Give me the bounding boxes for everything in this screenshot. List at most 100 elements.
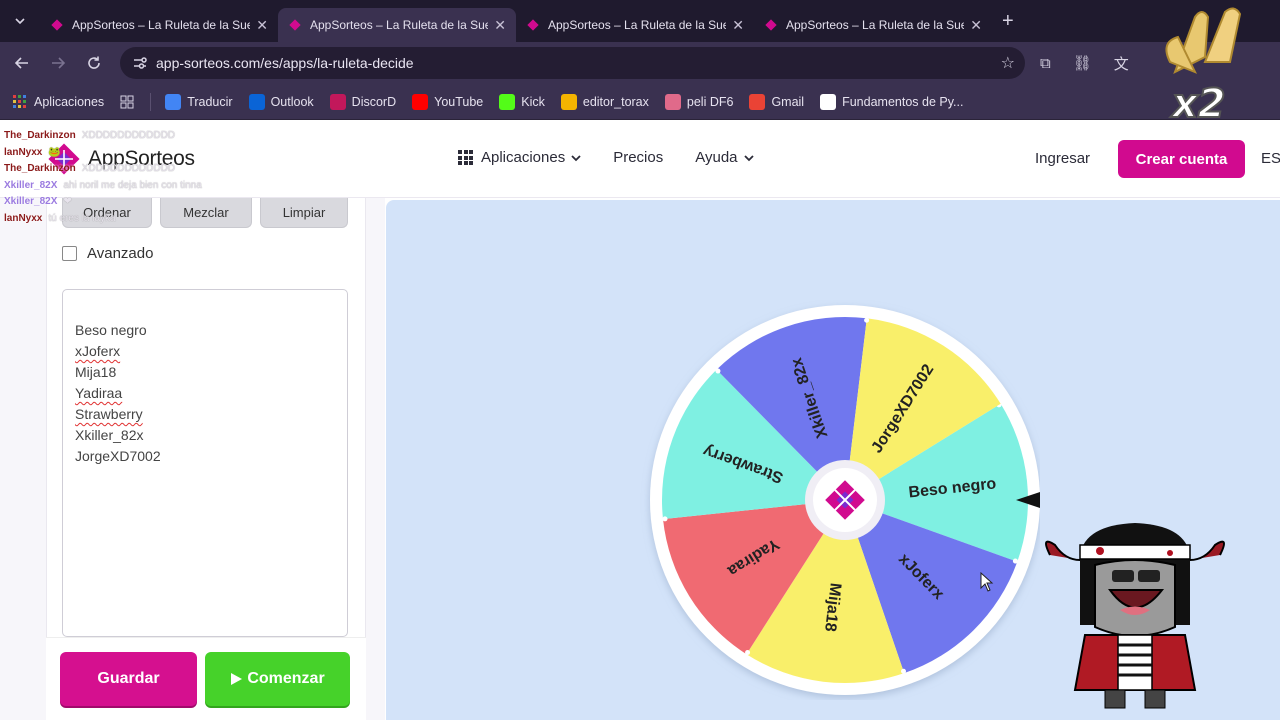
entry-line: Beso negro — [75, 322, 147, 338]
language-selector[interactable]: ES — [1261, 150, 1280, 167]
arrow-left-icon — [14, 57, 28, 69]
toolbar-actions: ⧉ ⛓ 文 — [1040, 42, 1129, 84]
stream-chat-overlay: The_Darkinzon XDDDDDDDDDDDD lanNyxx 🐸 The_Da… — [4, 128, 244, 227]
editor-icon — [560, 93, 577, 110]
kick-icon — [499, 93, 516, 110]
appsorteos-favicon-icon — [289, 19, 301, 31]
chat-text: XDDDDDDDDDDDD — [81, 130, 176, 141]
signup-button[interactable]: Crear cuenta — [1118, 140, 1245, 178]
chat-message: The_Darkinzon XDDDDDDDDDDDD — [4, 161, 244, 178]
bookmark-label: YouTube — [434, 94, 484, 109]
start-button[interactable]: Comenzar — [205, 652, 350, 706]
nav-aplicaciones-label: Aplicaciones — [481, 149, 566, 166]
mouse-cursor-icon — [980, 572, 994, 592]
close-tab-icon[interactable]: ✕ — [970, 17, 982, 34]
back-button[interactable] — [4, 45, 40, 81]
site-info-icon[interactable] — [132, 55, 148, 71]
main-nav: Aplicaciones Precios Ayuda — [458, 149, 786, 166]
bookmark-item[interactable]: Outlook — [248, 93, 314, 110]
new-tab-button[interactable]: + — [1002, 10, 1014, 33]
chat-username: lanNyxx — [4, 212, 43, 224]
nav-ayuda-label: Ayuda — [695, 149, 738, 166]
roulette-wheel[interactable]: Beso negroxJoferxMija18YadiraaStrawberry… — [640, 300, 1040, 700]
wheel-peg — [864, 317, 870, 323]
bookmark-star-icon[interactable]: ☆ — [1001, 53, 1015, 73]
close-tab-icon[interactable]: ✕ — [494, 17, 506, 34]
bookmark-item[interactable]: Fundamentos de Py... — [820, 93, 964, 110]
browser-tabstrip: AppSorteos – La Ruleta de la Suerte ✕ AppS… — [0, 0, 1280, 42]
nav-precios-label: Precios — [613, 149, 664, 166]
chat-text: 🐸 — [48, 146, 61, 158]
advanced-checkbox[interactable] — [62, 246, 77, 261]
bookmark-label: peli DF6 — [686, 94, 734, 109]
browser-tab[interactable]: AppSorteos – La Ruleta de la Suerte ✕ — [754, 8, 992, 42]
doc-icon — [820, 93, 837, 110]
bookmark-item[interactable]: Traducir — [165, 93, 233, 110]
entry-line: xJoferx — [75, 343, 121, 359]
bookmark-item[interactable]: editor_torax — [560, 93, 649, 110]
bookmark-item[interactable]: Kick — [499, 93, 545, 110]
wheel-peg — [745, 650, 751, 656]
bookmark-label: Aplicaciones — [34, 94, 105, 109]
advanced-label: Avanzado — [87, 245, 154, 262]
browser-toolbar: app-sorteos.com/es/apps/la-ruleta-decide… — [0, 42, 1280, 84]
reload-icon — [88, 56, 100, 69]
close-tab-icon[interactable]: ✕ — [256, 17, 268, 34]
start-label: Comenzar — [247, 670, 325, 687]
forward-button[interactable] — [40, 45, 76, 81]
close-tab-icon[interactable]: ✕ — [732, 17, 744, 34]
extensions-icon[interactable]: ⧉ — [1040, 55, 1051, 72]
reload-button[interactable] — [76, 45, 112, 81]
browser-tab[interactable]: AppSorteos – La Ruleta de la Suerte ✕ — [278, 8, 516, 42]
chat-message: lanNyxx tú eres la layka — [4, 211, 244, 228]
browser-tab[interactable]: AppSorteos – La Ruleta de la Suerte ✕ — [40, 8, 278, 42]
bookmark-label: Gmail — [771, 94, 805, 109]
bookmark-label: Traducir — [187, 94, 233, 109]
chevron-down-icon — [15, 18, 25, 25]
entry-line: JorgeXD7002 — [75, 448, 161, 464]
entries-textarea[interactable]: Beso negro xJoferx Mija18 Yadiraa Strawberry… — [62, 289, 348, 637]
bookmark-label: Fundamentos de Py... — [842, 94, 964, 109]
clapping-hands-emote-icon: x2 — [1165, 7, 1242, 122]
translate-page-icon[interactable]: 文 — [1114, 53, 1129, 74]
chevron-down-icon — [571, 154, 581, 161]
browser-tab[interactable]: AppSorteos – La Ruleta de la Suerte ✕ — [516, 8, 754, 42]
chat-text: tú eres la layka — [48, 212, 116, 224]
nav-precios[interactable]: Precios — [613, 149, 663, 166]
appsorteos-favicon-icon — [527, 19, 539, 31]
save-label: Guardar — [97, 670, 160, 687]
bookmark-tabs-icon[interactable] — [120, 95, 134, 109]
chat-username: Xkiller_82X — [4, 196, 58, 207]
advanced-option[interactable]: Avanzado — [62, 245, 153, 262]
bookmark-item[interactable]: DiscorD — [329, 93, 397, 110]
nav-aplicaciones[interactable]: Aplicaciones — [458, 149, 581, 166]
bookmark-item[interactable]: Gmail — [749, 93, 805, 110]
wheel-peg — [662, 516, 668, 522]
chat-text: ahi noril me deja bien con tinna — [63, 179, 202, 191]
entry-line: Yadiraa — [75, 385, 123, 401]
tab-search-button[interactable] — [0, 0, 40, 42]
entry-line: Mija18 — [75, 364, 117, 380]
bookmark-item[interactable]: Aplicaciones — [12, 94, 104, 110]
address-bar[interactable]: app-sorteos.com/es/apps/la-ruleta-decide… — [120, 47, 1025, 79]
peli-icon — [664, 93, 681, 110]
chevron-down-icon — [743, 154, 754, 161]
wheel-peg — [1012, 558, 1018, 564]
limpiar-button[interactable]: Limpiar — [260, 198, 348, 228]
save-button[interactable]: Guardar — [60, 652, 197, 706]
gmail-icon — [749, 93, 766, 110]
url-text: app-sorteos.com/es/apps/la-ruleta-decide — [156, 55, 414, 71]
chat-message: Xkiller_82X ❤ — [4, 194, 244, 211]
link-icon[interactable]: ⛓ — [1073, 54, 1092, 72]
bookmark-label: DiscorD — [351, 94, 397, 109]
outlook-icon — [248, 93, 265, 110]
appsorteos-favicon-icon — [765, 19, 777, 31]
tab-title: AppSorteos – La Ruleta de la Suerte — [786, 18, 965, 32]
login-link[interactable]: Ingresar — [1035, 150, 1090, 167]
nav-ayuda[interactable]: Ayuda — [695, 149, 754, 166]
tab-title: AppSorteos – La Ruleta de la Suerte — [548, 18, 727, 32]
limpiar-label: Limpiar — [282, 205, 326, 220]
bookmark-item[interactable]: YouTube — [412, 93, 484, 110]
bookmark-item[interactable]: peli DF6 — [664, 93, 734, 110]
chat-message: Xkiller_82X ahi noril me deja bien con ti… — [4, 178, 244, 195]
